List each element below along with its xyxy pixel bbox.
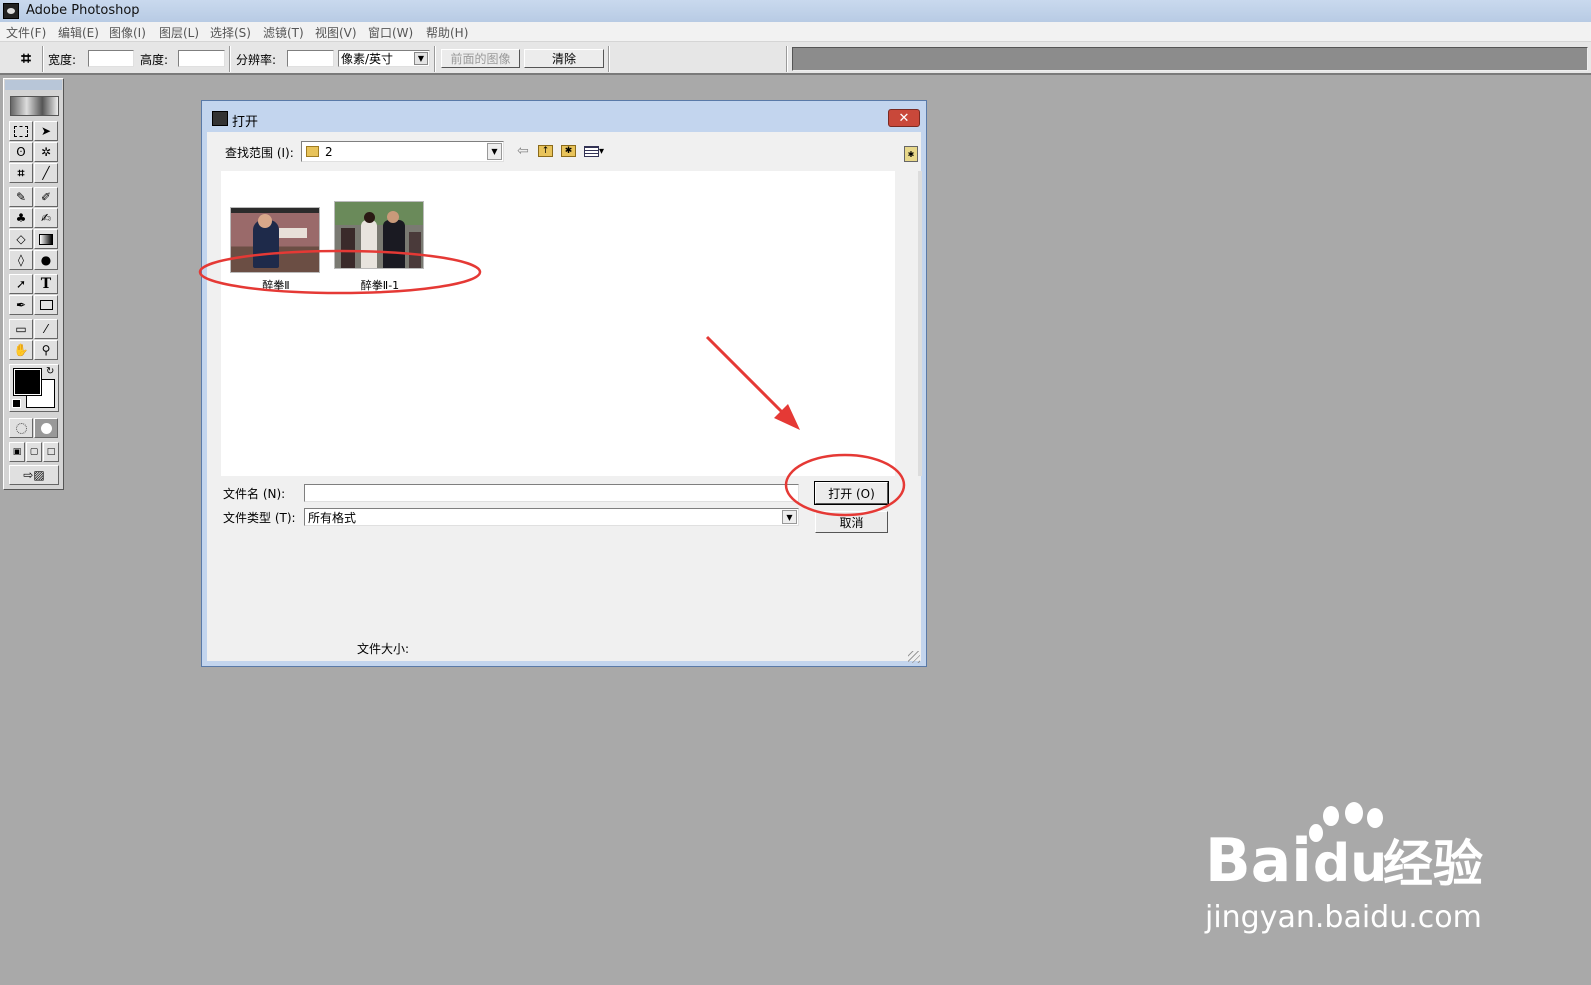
paw-toe-icon xyxy=(1345,802,1363,824)
paw-toe-icon xyxy=(1323,806,1339,826)
watermark-brand: Bai xyxy=(1205,826,1312,896)
watermark-suffix: 经验 xyxy=(1383,835,1483,893)
baidu-watermark: Bai du 经验 jingyan.baidu.com xyxy=(1205,802,1495,956)
annotation-ellipse-open xyxy=(784,453,906,517)
paw-toe-icon xyxy=(1367,808,1383,828)
watermark-brand-tail: du xyxy=(1313,834,1388,894)
watermark-url: jingyan.baidu.com xyxy=(1205,900,1482,935)
annotation-ellipse-files xyxy=(198,249,482,295)
annotation-arrow-shaft xyxy=(705,335,786,416)
